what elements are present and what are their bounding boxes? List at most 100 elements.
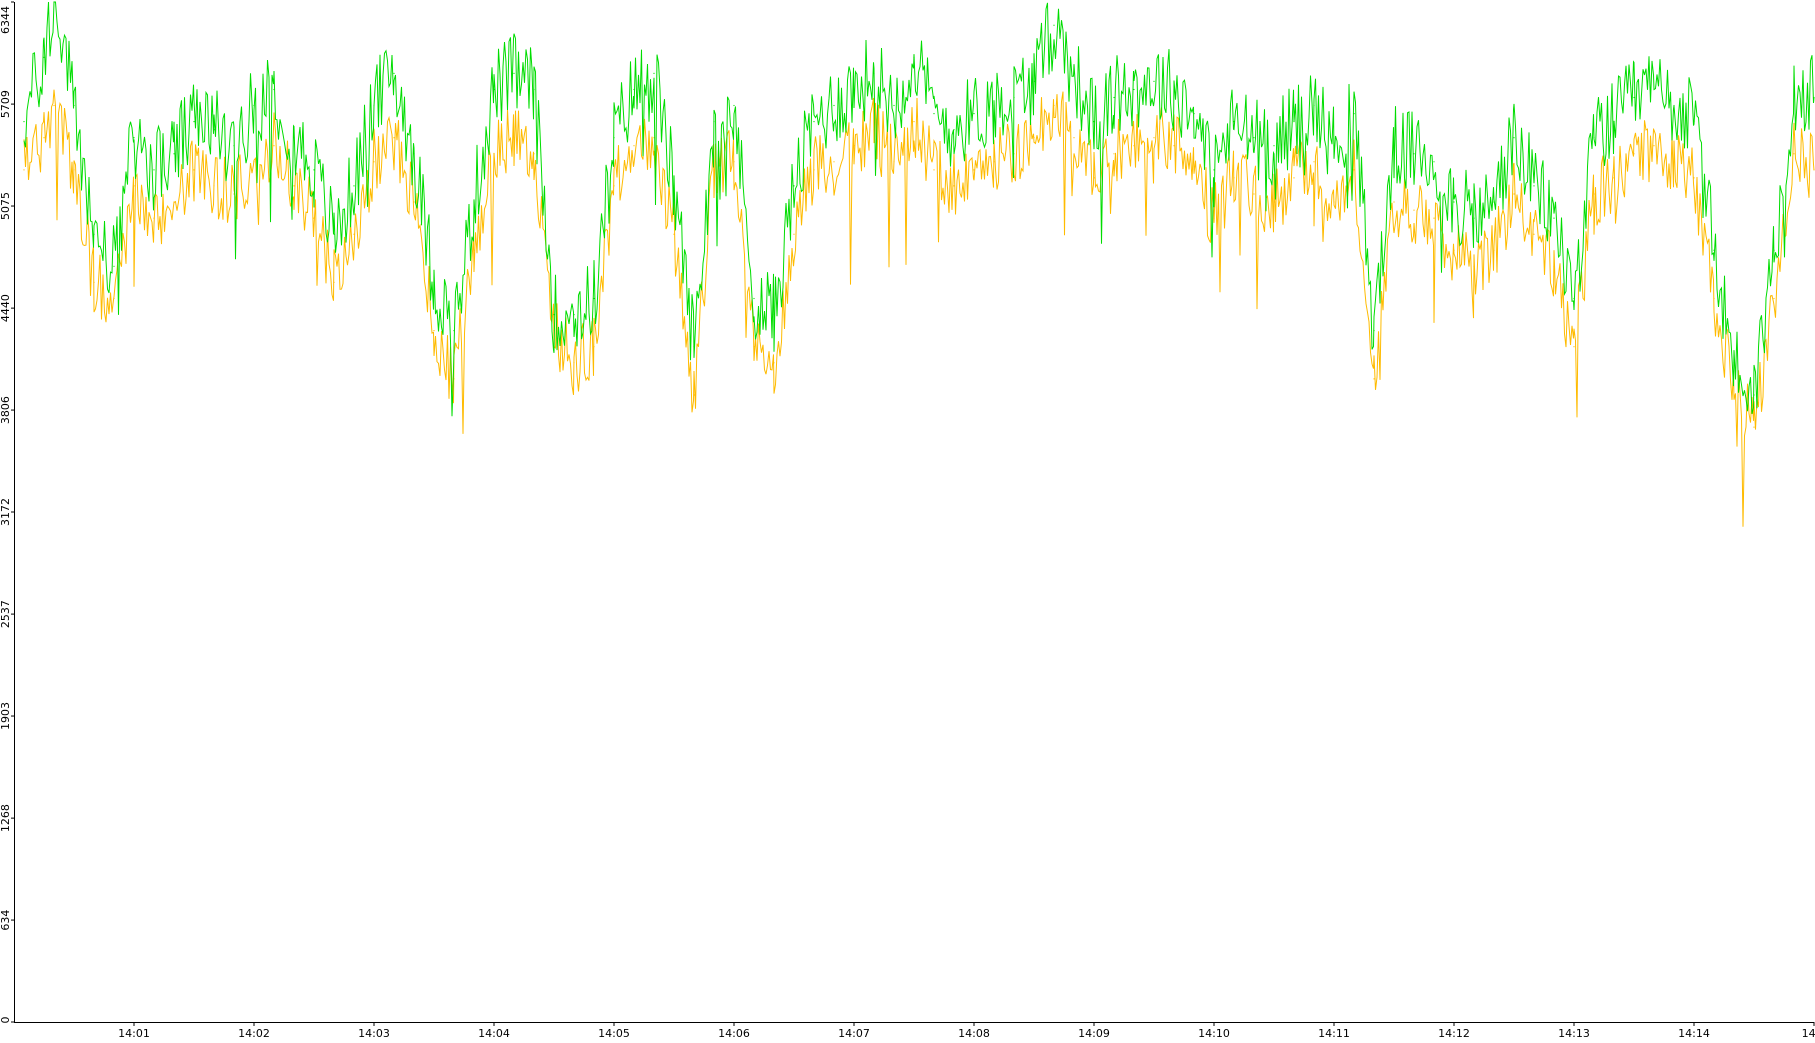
x-tick-label: 14:10 (1198, 1027, 1230, 1039)
data-point (193, 121, 195, 123)
data-point (1213, 217, 1215, 219)
data-point (1173, 88, 1175, 91)
data-point (23, 121, 25, 123)
data-point (1313, 161, 1315, 163)
data-point (1293, 121, 1295, 123)
data-point (753, 346, 755, 348)
data-point (1413, 153, 1415, 155)
x-tick-label: 14:04 (478, 1027, 510, 1039)
data-point (1533, 233, 1535, 235)
data-point (833, 161, 835, 163)
y-tick-label: 2537 (0, 600, 12, 628)
data-point (333, 233, 335, 235)
data-point (253, 161, 255, 163)
data-point (1793, 153, 1795, 155)
data-point (1753, 426, 1755, 428)
data-point (473, 201, 475, 203)
y-tick-label: 5075 (0, 192, 12, 220)
y-tick-label: 1268 (0, 804, 12, 832)
data-point (173, 153, 175, 155)
data-point (1393, 201, 1395, 203)
data-point (1513, 193, 1515, 195)
data-point (1393, 145, 1395, 147)
data-point (773, 362, 775, 364)
data-point (1153, 137, 1155, 139)
data-point (933, 169, 935, 171)
y-tick-label: 1903 (0, 702, 12, 730)
data-point (953, 129, 955, 131)
data-point (713, 121, 715, 123)
data-point (1193, 113, 1195, 115)
data-point (1453, 249, 1455, 251)
data-point (993, 161, 995, 163)
data-point (1153, 80, 1155, 82)
data-point (793, 185, 795, 187)
data-point (1253, 193, 1255, 195)
data-point (173, 201, 175, 203)
x-tick-label: 14:02 (238, 1027, 270, 1039)
data-point (93, 281, 95, 283)
data-point (1273, 145, 1275, 147)
data-point (693, 394, 695, 396)
data-point (493, 88, 495, 91)
data-point (23, 169, 25, 171)
data-point (893, 161, 895, 163)
data-point (373, 161, 375, 163)
data-point (1673, 104, 1675, 107)
data-point (1093, 177, 1095, 179)
data-point (613, 137, 615, 139)
data-point (213, 185, 215, 187)
data-point (1493, 249, 1495, 251)
data-point (793, 233, 795, 235)
data-point (373, 104, 375, 107)
data-point (413, 153, 415, 155)
data-point (253, 104, 255, 107)
data-point (1113, 96, 1115, 99)
data-point (913, 56, 915, 58)
data-point (433, 281, 435, 283)
data-point (1333, 201, 1335, 203)
data-point (1033, 80, 1035, 82)
data-point (333, 281, 335, 283)
data-point (573, 362, 575, 364)
data-point (313, 169, 315, 171)
data-point (593, 346, 595, 348)
data-point (1053, 24, 1055, 26)
data-point (1473, 217, 1475, 219)
y-tick-label: 6344 (0, 6, 12, 34)
data-point (153, 169, 155, 171)
y-tick-label: 0 (0, 1017, 12, 1024)
data-point (973, 113, 975, 115)
data-point (1773, 297, 1775, 300)
x-tick-label: 14:03 (358, 1027, 390, 1039)
data-point (293, 137, 295, 139)
data-point (393, 137, 395, 139)
data-point (1193, 169, 1195, 171)
data-point (713, 169, 715, 171)
x-tick-label: 14:12 (1438, 1027, 1470, 1039)
data-point (633, 88, 635, 91)
data-point (213, 129, 215, 131)
data-point (1053, 104, 1055, 107)
data-point (1713, 297, 1715, 300)
data-point (1653, 145, 1655, 147)
data-point (1753, 394, 1755, 396)
data-point (973, 169, 975, 171)
data-point (673, 233, 675, 235)
data-point (773, 314, 775, 316)
data-point (473, 249, 475, 251)
data-point (353, 233, 355, 235)
data-point (1433, 217, 1435, 219)
data-point (1313, 104, 1315, 107)
data-point (1593, 137, 1595, 139)
data-point (893, 104, 895, 107)
data-point (73, 104, 75, 107)
data-point (493, 153, 495, 155)
data-point (1373, 378, 1375, 380)
data-point (133, 137, 135, 139)
data-point (1773, 249, 1775, 251)
y-tick-label: 3172 (0, 498, 12, 526)
data-point (1533, 185, 1535, 187)
data-point (913, 121, 915, 123)
data-point (1133, 88, 1135, 91)
